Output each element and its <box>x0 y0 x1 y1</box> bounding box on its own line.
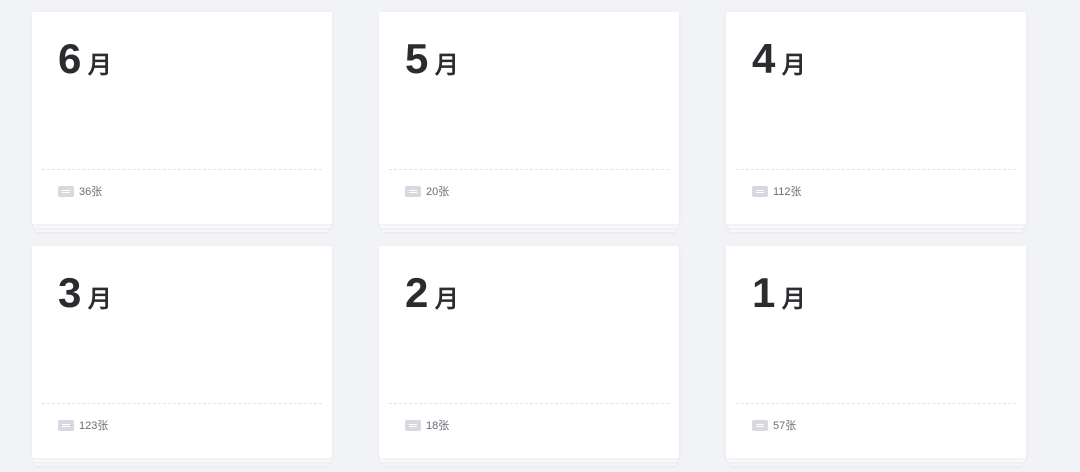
document-icon <box>752 419 768 431</box>
card-footer: 20张 <box>405 183 449 199</box>
month-title: 5 月 <box>405 38 459 80</box>
month-number: 3 <box>58 269 82 316</box>
month-card-april[interactable]: 4 月 112张 <box>726 12 1026 232</box>
month-title: 3 月 <box>58 272 112 314</box>
dashed-divider <box>42 169 322 170</box>
photo-count: 112张 <box>773 186 802 198</box>
month-card[interactable]: 3 月 123张 <box>32 246 332 458</box>
month-card[interactable]: 5 月 20张 <box>379 12 679 224</box>
month-card-june[interactable]: 6 月 36张 <box>32 12 332 232</box>
month-number: 2 <box>405 269 429 316</box>
month-title: 1 月 <box>752 272 806 314</box>
card-footer: 57张 <box>752 417 796 433</box>
month-card-march[interactable]: 3 月 123张 <box>32 246 332 466</box>
month-card-february[interactable]: 2 月 18张 <box>379 246 679 466</box>
month-card[interactable]: 1 月 57张 <box>726 246 1026 458</box>
month-unit: 月 <box>781 286 806 313</box>
month-title: 4 月 <box>752 38 806 80</box>
month-number: 6 <box>58 35 82 82</box>
dashed-divider <box>42 403 322 404</box>
month-unit: 月 <box>87 286 112 313</box>
month-number: 5 <box>405 35 429 82</box>
photo-count: 123张 <box>79 420 109 432</box>
photo-count: 18张 <box>426 420 450 432</box>
dashed-divider <box>389 403 669 404</box>
document-icon <box>58 419 74 431</box>
card-footer: 112张 <box>752 183 802 199</box>
month-card-grid: 6 月 36张 5 月 20张 4 月 112张 3 月 123张 2 月 18… <box>0 0 1080 472</box>
dashed-divider <box>736 403 1016 404</box>
month-card[interactable]: 2 月 18张 <box>379 246 679 458</box>
month-unit: 月 <box>87 52 112 79</box>
card-footer: 36张 <box>58 183 102 199</box>
card-footer: 18张 <box>405 417 449 433</box>
month-unit: 月 <box>781 52 806 79</box>
month-unit: 月 <box>434 52 459 79</box>
month-card[interactable]: 6 月 36张 <box>32 12 332 224</box>
month-number: 4 <box>752 35 776 82</box>
card-footer: 123张 <box>58 417 108 433</box>
photo-count: 20张 <box>426 186 450 198</box>
month-card-january[interactable]: 1 月 57张 <box>726 246 1026 466</box>
document-icon <box>405 419 421 431</box>
dashed-divider <box>389 169 669 170</box>
document-icon <box>58 185 74 197</box>
month-unit: 月 <box>434 286 459 313</box>
photo-count: 36张 <box>79 186 103 198</box>
month-title: 6 月 <box>58 38 112 80</box>
month-number: 1 <box>752 269 776 316</box>
month-title: 2 月 <box>405 272 459 314</box>
photo-count: 57张 <box>773 420 797 432</box>
month-card-may[interactable]: 5 月 20张 <box>379 12 679 232</box>
dashed-divider <box>736 169 1016 170</box>
month-card[interactable]: 4 月 112张 <box>726 12 1026 224</box>
document-icon <box>752 185 768 197</box>
document-icon <box>405 185 421 197</box>
